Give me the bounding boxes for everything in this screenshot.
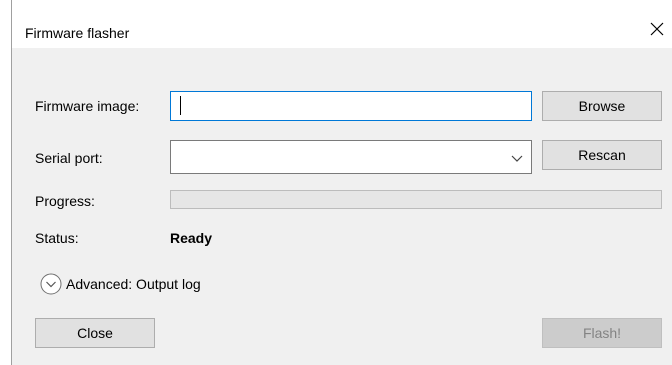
flash-button[interactable]: Flash! [542, 318, 662, 348]
progress-bar [170, 190, 662, 209]
firmware-image-label: Firmware image: [35, 98, 140, 114]
close-button[interactable]: Close [35, 318, 155, 348]
serial-port-label: Serial port: [35, 150, 103, 166]
progress-label: Progress: [35, 193, 95, 209]
window-title: Firmware flasher [25, 25, 130, 41]
serial-port-dropdown[interactable] [170, 140, 532, 174]
title-bar: Firmware flasher [12, 0, 672, 48]
browse-button[interactable]: Browse [542, 91, 662, 121]
rescan-button[interactable]: Rescan [542, 140, 662, 170]
status-label: Status: [35, 230, 79, 246]
advanced-output-log-label: Advanced: Output log [66, 276, 201, 292]
advanced-output-log-toggle[interactable]: Advanced: Output log [40, 272, 201, 296]
firmware-flasher-window: Firmware flasher Firmware image: Browse … [11, 0, 672, 365]
window-close-button[interactable] [642, 14, 672, 44]
close-icon [650, 22, 664, 36]
status-value: Ready [170, 230, 213, 246]
firmware-image-input[interactable] [170, 91, 532, 121]
chevron-down-icon [511, 155, 523, 162]
expand-circle-icon [40, 273, 62, 295]
text-caret [180, 96, 181, 115]
